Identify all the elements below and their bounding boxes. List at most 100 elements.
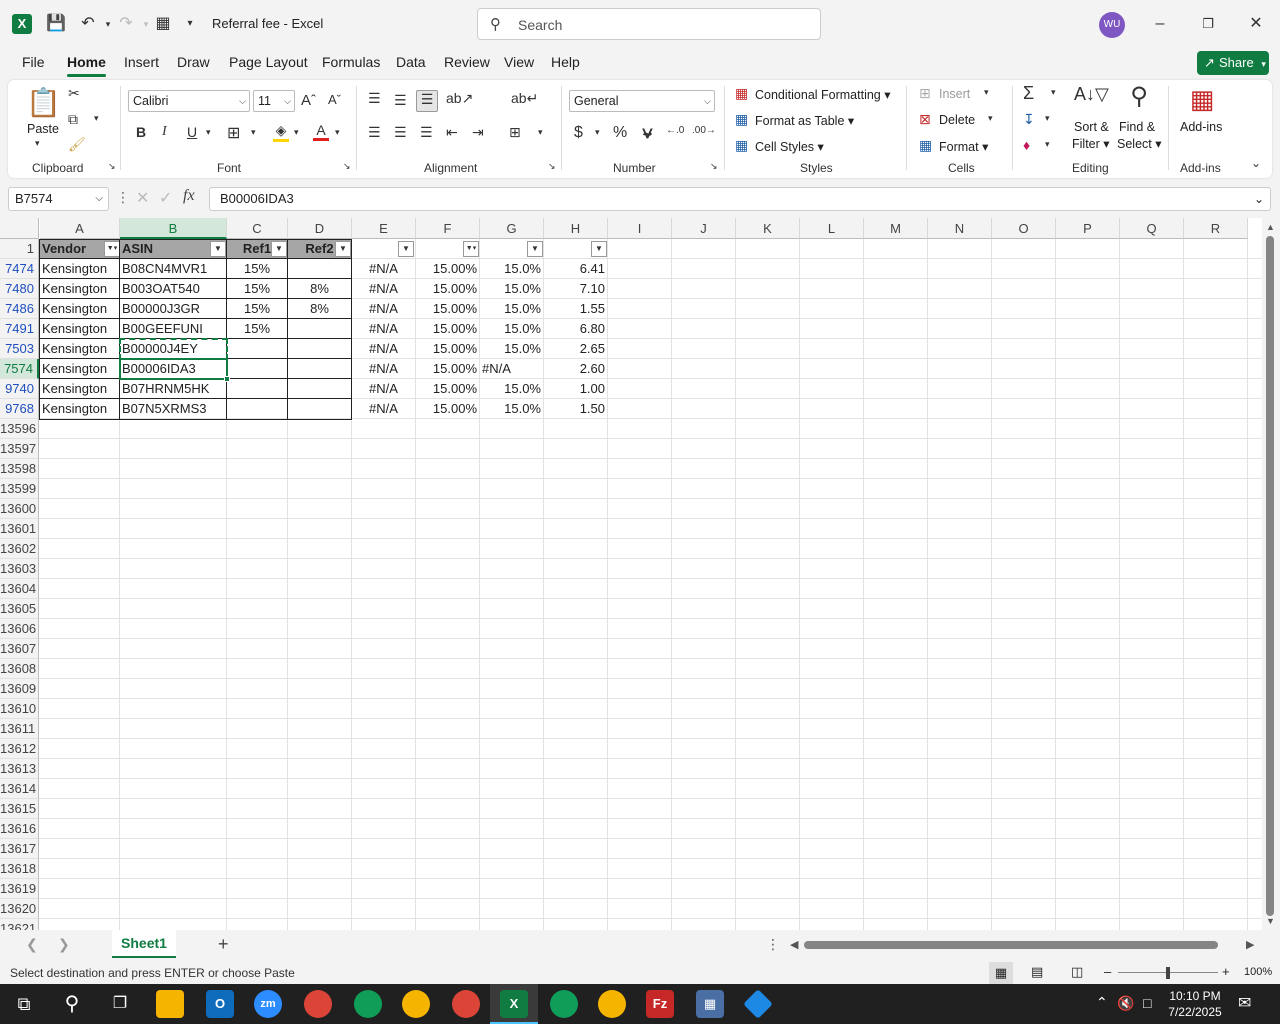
app-diamond-icon[interactable] xyxy=(743,989,773,1019)
column-header-h[interactable]: H xyxy=(544,218,608,239)
conditional-formatting-button[interactable]: Conditional Formatting ▾ xyxy=(755,87,891,102)
vendor-cell[interactable]: Kensington xyxy=(40,279,119,299)
row-header[interactable]: 13603 xyxy=(0,559,39,579)
ref2-cell[interactable] xyxy=(288,319,351,339)
decrease-indent-icon[interactable]: ⇤ xyxy=(446,124,458,141)
italic-icon[interactable]: I xyxy=(162,124,167,140)
customize-toolbar-icon[interactable]: ▾ xyxy=(178,12,202,36)
tab-review[interactable]: Review xyxy=(444,54,490,70)
ref1-cell[interactable]: 15% xyxy=(227,279,287,299)
scroll-left-icon[interactable]: ◀ xyxy=(790,938,798,951)
underline-icon[interactable]: U xyxy=(187,124,197,140)
cell-e[interactable]: #N/A xyxy=(352,279,415,299)
cell-f[interactable]: 15.00% xyxy=(416,259,479,279)
scroll-down-icon[interactable]: ▼ xyxy=(1266,916,1275,926)
column-header-m[interactable]: M xyxy=(864,218,928,239)
cell-e[interactable]: #N/A xyxy=(352,399,415,419)
font-color-dropdown-icon[interactable]: ▾ xyxy=(335,127,340,138)
chrome-icon[interactable] xyxy=(304,990,332,1018)
row-header[interactable]: 13614 xyxy=(0,779,39,799)
row-header[interactable]: 13601 xyxy=(0,519,39,539)
zoom-out-icon[interactable]: – xyxy=(1104,964,1111,979)
cell-h[interactable]: 6.41 xyxy=(544,259,607,279)
share-button[interactable]: ↗ Share ▾ xyxy=(1197,51,1269,75)
insert-cells-icon[interactable]: ⊞ xyxy=(919,85,931,102)
ref1-cell[interactable] xyxy=(227,399,287,419)
cell-h[interactable]: 2.65 xyxy=(544,339,607,359)
row-header[interactable]: 13610 xyxy=(0,699,39,719)
row-header[interactable]: 7474 xyxy=(0,259,39,279)
align-left-icon[interactable]: ☰ xyxy=(368,124,381,141)
outlook-icon[interactable]: O xyxy=(206,990,234,1018)
align-right-icon[interactable]: ☰ xyxy=(420,124,433,141)
cell-styles-icon[interactable]: ▦ xyxy=(735,137,748,154)
tab-home[interactable]: Home xyxy=(67,54,106,77)
cell-g[interactable]: 15.0% xyxy=(480,339,543,359)
format-cells-button[interactable]: Format ▾ xyxy=(939,139,988,154)
cancel-icon[interactable]: ✕ xyxy=(136,188,149,208)
row-header[interactable]: 13609 xyxy=(0,679,39,699)
cell-e[interactable]: #N/A xyxy=(352,359,415,379)
vendor-cell[interactable]: Kensington xyxy=(40,299,119,319)
row-header[interactable]: 9740 xyxy=(0,379,39,399)
column-header-d[interactable]: D xyxy=(288,218,352,239)
insert-function-icon[interactable]: fx xyxy=(183,187,195,205)
tab-formulas[interactable]: Formulas xyxy=(322,54,380,70)
borders-icon[interactable]: ⊞ xyxy=(227,123,240,143)
column-header-j[interactable]: J xyxy=(672,218,736,239)
orientation-icon[interactable]: ab↗ xyxy=(446,90,473,107)
row-header[interactable]: 1 xyxy=(0,239,39,259)
row-header[interactable]: 13602 xyxy=(0,539,39,559)
ribbon-collapse-icon[interactable]: ⌄ xyxy=(1251,156,1261,170)
fill-dropdown-icon[interactable]: ▾ xyxy=(1045,113,1050,124)
tray-chevron-icon[interactable]: ⌃ xyxy=(1096,994,1108,1011)
bold-icon[interactable]: B xyxy=(136,124,146,140)
format-as-table-button[interactable]: Format as Table ▾ xyxy=(755,113,854,128)
row-header[interactable]: 13621 xyxy=(0,919,39,930)
cell-g[interactable]: 15.0% xyxy=(480,279,543,299)
filter-dropdown-icon[interactable]: ▼ xyxy=(271,241,287,257)
zoom-app-icon[interactable]: zm xyxy=(254,990,282,1018)
fill-color-icon[interactable]: ◈ xyxy=(273,122,289,142)
taskbar-clock[interactable]: 10:10 PM 7/22/2025 xyxy=(1168,988,1222,1020)
percent-icon[interactable]: % xyxy=(613,124,627,142)
row-header[interactable]: 13604 xyxy=(0,579,39,599)
cell-f[interactable]: 15.00% xyxy=(416,339,479,359)
row-header[interactable]: 13615 xyxy=(0,799,39,819)
vendor-cell[interactable]: Kensington xyxy=(40,399,119,419)
asin-cell[interactable]: B07HRNM5HK xyxy=(120,379,226,399)
cell-h[interactable]: 1.55 xyxy=(544,299,607,319)
asin-cell[interactable]: B07N5XRMS3 xyxy=(120,399,226,419)
format-painter-icon[interactable]: 🖌 xyxy=(68,136,86,153)
filter-dropdown-icon[interactable]: ▼ xyxy=(398,241,414,257)
notifications-icon[interactable]: ✉ xyxy=(1238,993,1251,1013)
filter-active-icon[interactable]: ▼▾ xyxy=(463,241,479,257)
ref2-cell[interactable]: 8% xyxy=(288,299,351,319)
column-header-b[interactable]: B xyxy=(120,218,227,239)
increase-decimal-icon[interactable]: ←.0 xyxy=(666,125,684,136)
column-header-l[interactable]: L xyxy=(800,218,864,239)
tab-draw[interactable]: Draw xyxy=(177,54,210,70)
tab-help[interactable]: Help xyxy=(551,54,580,70)
row-header[interactable]: 13619 xyxy=(0,879,39,899)
filter-active-icon[interactable]: ▼▾ xyxy=(104,241,120,257)
paste-dropdown-icon[interactable]: ▾ xyxy=(35,138,40,149)
row-header[interactable]: 7503 xyxy=(0,339,39,359)
horizontal-scroll-thumb[interactable] xyxy=(804,941,1218,949)
tab-data[interactable]: Data xyxy=(396,54,426,70)
cell-h[interactable]: 1.50 xyxy=(544,399,607,419)
fill-color-dropdown-icon[interactable]: ▾ xyxy=(294,127,299,138)
calculator-app-icon[interactable]: ▦ xyxy=(696,990,724,1018)
column-header-a[interactable]: A xyxy=(40,218,120,239)
ref2-cell[interactable]: 8% xyxy=(288,279,351,299)
scroll-right-icon[interactable]: ▶ xyxy=(1246,938,1254,951)
chrome-profile-icon[interactable] xyxy=(598,990,626,1018)
row-header[interactable]: 7491 xyxy=(0,319,39,339)
row-header[interactable]: 13607 xyxy=(0,639,39,659)
file-explorer-icon[interactable] xyxy=(156,990,184,1018)
column-header-q[interactable]: Q xyxy=(1120,218,1184,239)
find-select-icon[interactable]: ⚲ xyxy=(1124,82,1154,111)
chrome-profile-icon[interactable] xyxy=(402,990,430,1018)
wrap-text-icon[interactable]: ab↵ xyxy=(511,90,538,107)
align-top-icon[interactable]: ☰ xyxy=(368,90,381,107)
